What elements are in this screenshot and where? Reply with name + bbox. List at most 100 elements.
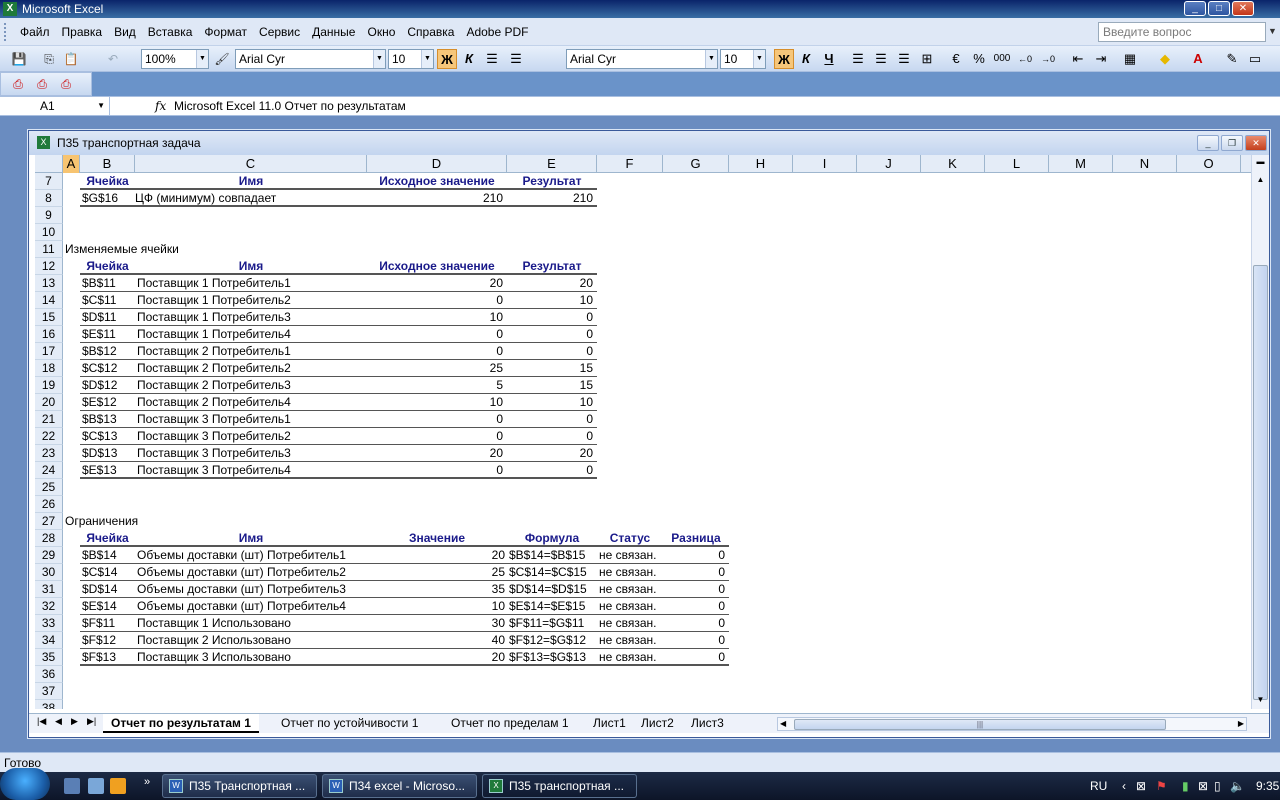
variable-cell-ref[interactable]: $D$11	[82, 309, 137, 326]
variable-cell-initial[interactable]: 0	[367, 326, 503, 343]
bold-button-2[interactable]: Ж	[774, 49, 794, 69]
align-right-icon[interactable]: ☰	[894, 49, 914, 69]
row-header-10[interactable]: 10	[35, 224, 63, 241]
menu-tools[interactable]: Сервис	[253, 25, 306, 39]
close-button[interactable]: ✕	[1232, 1, 1254, 16]
variable-cell-name[interactable]: Поставщик 1 Потребитель2	[137, 292, 369, 309]
clock[interactable]: 9:35	[1256, 772, 1279, 800]
fill-color-icon[interactable]: ◆	[1155, 49, 1175, 69]
row-header-28[interactable]: 28	[35, 530, 63, 547]
increase-indent-icon[interactable]: ⇥	[1091, 49, 1111, 69]
tab-sheet3[interactable]: Лист3	[683, 714, 732, 733]
constraint-cell-formula[interactable]: $B$14=$B$15	[509, 547, 599, 564]
row-header-20[interactable]: 20	[35, 394, 63, 411]
constraint-cell-status[interactable]: не связан.	[599, 564, 665, 581]
decrease-indent-icon[interactable]: ⇤	[1068, 49, 1088, 69]
variable-cell-name[interactable]: Поставщик 1 Потребитель4	[137, 326, 369, 343]
pdf-review-icon[interactable]: ⎙	[57, 75, 75, 93]
task-word-p34[interactable]: W П34 excel - Microso...	[322, 774, 477, 798]
bold-button[interactable]: Ж	[437, 49, 457, 69]
row-header-9[interactable]: 9	[35, 207, 63, 224]
volume-icon[interactable]: 🔈	[1230, 772, 1245, 800]
chevron-down-icon[interactable]: ▼	[196, 50, 208, 68]
row-header-19[interactable]: 19	[35, 377, 63, 394]
constraint-cell-value[interactable]: 30	[367, 615, 505, 632]
pdf-convert-icon[interactable]: ⎙	[9, 75, 27, 93]
tab-sheet2[interactable]: Лист2	[633, 714, 682, 733]
variable-cell-result[interactable]: 10	[507, 292, 593, 309]
variable-cell-initial[interactable]: 25	[367, 360, 503, 377]
merge-center-icon[interactable]: ⊞	[917, 49, 937, 69]
variable-cell-name[interactable]: Поставщик 1 Потребитель3	[137, 309, 369, 326]
variable-cell-name[interactable]: Поставщик 3 Потребитель2	[137, 428, 369, 445]
constraint-cell-name[interactable]: Объемы доставки (шт) Потребитель2	[137, 564, 369, 581]
toolbar-grip[interactable]	[4, 23, 8, 41]
borders-icon[interactable]: ▦	[1120, 49, 1140, 69]
minimize-button[interactable]: _	[1184, 1, 1206, 16]
variable-cell-ref[interactable]: $D$12	[82, 377, 137, 394]
font-combo[interactable]: Arial Cyr ▼	[235, 49, 386, 69]
zoom-combo[interactable]: 100% ▼	[141, 49, 209, 69]
variable-cell-initial[interactable]: 0	[367, 411, 503, 428]
constraint-cell-formula[interactable]: $C$14=$C$15	[509, 564, 599, 581]
chevron-down-icon[interactable]: ▼	[421, 50, 433, 68]
row-header-33[interactable]: 33	[35, 615, 63, 632]
scroll-down-icon[interactable]: ▼	[1253, 693, 1268, 707]
variable-cell-initial[interactable]: 10	[367, 309, 503, 326]
menu-format[interactable]: Формат	[198, 25, 253, 39]
menu-help[interactable]: Справка	[401, 25, 460, 39]
column-header-d[interactable]: D	[367, 155, 507, 173]
name-box[interactable]: A1 ▼	[0, 97, 110, 115]
paste-icon[interactable]: 📋	[62, 50, 80, 68]
column-header-f[interactable]: F	[597, 155, 663, 173]
constraint-cell-status[interactable]: не связан.	[599, 581, 665, 598]
task-word-p35[interactable]: W П35 Транспортная ...	[162, 774, 317, 798]
column-header-m[interactable]: M	[1049, 155, 1113, 173]
horizontal-scroll-thumb[interactable]: |||	[794, 719, 1166, 730]
chevron-down-icon[interactable]: ▼	[373, 50, 385, 68]
row-header-16[interactable]: 16	[35, 326, 63, 343]
font-color-icon[interactable]: A	[1188, 49, 1208, 69]
column-header-n[interactable]: N	[1113, 155, 1177, 173]
variable-cell-name[interactable]: Поставщик 3 Потребитель3	[137, 445, 369, 462]
constraint-cell-name[interactable]: Объемы доставки (шт) Потребитель3	[137, 581, 369, 598]
row-header-36[interactable]: 36	[35, 666, 63, 683]
column-header-o[interactable]: O	[1177, 155, 1241, 173]
variable-cell-name[interactable]: Поставщик 2 Потребитель2	[137, 360, 369, 377]
row-header-26[interactable]: 26	[35, 496, 63, 513]
scroll-left-icon[interactable]: ◀	[780, 719, 786, 728]
fx-icon[interactable]: fx	[155, 97, 166, 115]
variable-cell-ref[interactable]: $B$13	[82, 411, 137, 428]
select-all-corner[interactable]	[35, 155, 63, 173]
network-icon[interactable]: ⊠	[1136, 772, 1146, 800]
vertical-scrollbar[interactable]: ▬ ▲ ▼	[1251, 155, 1269, 709]
security-icon[interactable]: ⚑	[1156, 772, 1167, 800]
undo-icon[interactable]: ↶	[104, 50, 122, 68]
row-header-17[interactable]: 17	[35, 343, 63, 360]
column-header-l[interactable]: L	[985, 155, 1049, 173]
align-center-icon-2[interactable]: ☰	[871, 49, 891, 69]
tab-sheet1[interactable]: Лист1	[585, 714, 634, 733]
constraint-cell-status[interactable]: не связан.	[599, 615, 665, 632]
constraint-cell-ref[interactable]: $D$14	[82, 581, 137, 598]
row-header-8[interactable]: 8	[35, 190, 63, 207]
variable-cell-result[interactable]: 0	[507, 326, 593, 343]
constraint-cell-ref[interactable]: $B$14	[82, 547, 137, 564]
usb-icon[interactable]: ▮	[1182, 772, 1189, 800]
constraint-cell-value[interactable]: 10	[367, 598, 505, 615]
font-size-combo-2[interactable]: 10 ▼	[720, 49, 766, 69]
prev-sheet-icon[interactable]: ◀	[55, 716, 62, 727]
variable-cell-initial[interactable]: 20	[367, 445, 503, 462]
row-header-37[interactable]: 37	[35, 683, 63, 700]
variable-cell-name[interactable]: Поставщик 2 Потребитель3	[137, 377, 369, 394]
chevron-down-icon[interactable]: ▼	[97, 97, 105, 115]
variable-cell-ref[interactable]: $C$12	[82, 360, 137, 377]
row-header-25[interactable]: 25	[35, 479, 63, 496]
variable-cell-name[interactable]: Поставщик 1 Потребитель1	[137, 275, 369, 292]
variable-cell-ref[interactable]: $B$12	[82, 343, 137, 360]
constraint-cell-formula[interactable]: $F$12=$G$12	[509, 632, 599, 649]
row-header-13[interactable]: 13	[35, 275, 63, 292]
column-header-b[interactable]: B	[80, 155, 135, 173]
copy-icon[interactable]: ⎘	[40, 50, 58, 68]
variable-cell-initial[interactable]: 0	[367, 343, 503, 360]
